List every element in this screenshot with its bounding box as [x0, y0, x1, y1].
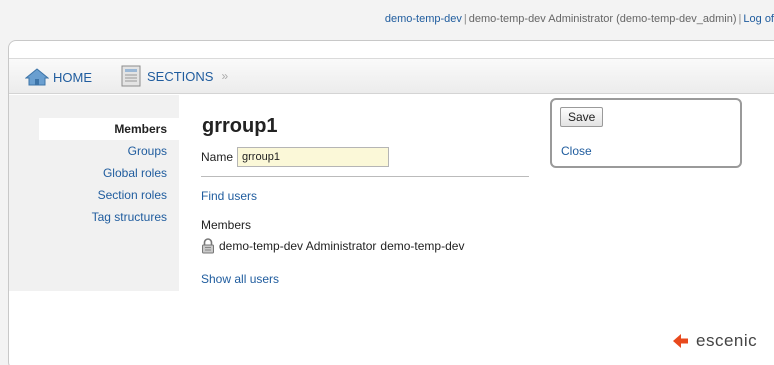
content-area: grroup1 Name Find users Members demo-tem…	[201, 115, 541, 286]
member-name: demo-temp-dev Administrator	[219, 239, 377, 253]
user-info: demo-temp-dev Administrator (demo-temp-d…	[468, 13, 737, 25]
actions-panel: Save Close	[550, 98, 742, 168]
main-frame: HOME SECTIONS » Members Groups Global rol…	[8, 40, 774, 365]
name-field[interactable]	[237, 147, 390, 167]
menu-item-tag-structures[interactable]: Tag structures	[9, 206, 179, 228]
userbar-separator: |	[738, 13, 742, 25]
show-all-users-link[interactable]: Show all users	[201, 272, 541, 286]
username-link[interactable]: demo-temp-dev	[385, 13, 462, 25]
name-row: Name	[201, 147, 541, 167]
sections-icon	[121, 65, 141, 87]
home-icon	[25, 68, 49, 86]
userbar-separator: |	[463, 13, 467, 25]
nav-sections-link[interactable]: SECTIONS »	[121, 64, 228, 88]
nav-bar: HOME SECTIONS »	[9, 58, 774, 94]
breadcrumb-separator: »	[221, 69, 229, 83]
member-row: demo-temp-dev Administrator demo-temp-de…	[201, 238, 541, 254]
name-label: Name	[201, 150, 234, 164]
logout-link[interactable]: Log of	[743, 13, 774, 25]
menu-item-section-roles[interactable]: Section roles	[9, 184, 179, 206]
save-button[interactable]: Save	[560, 107, 604, 127]
brand-name: escenic	[696, 331, 758, 350]
left-menu: Members Groups Global roles Section role…	[9, 95, 179, 291]
escenic-logo-icon	[673, 334, 688, 348]
divider	[201, 176, 529, 177]
brand-logo: escenic	[673, 331, 757, 351]
menu-item-global-roles[interactable]: Global roles	[9, 162, 179, 184]
user-bar: demo-temp-dev | demo-temp-dev Administrato…	[0, 13, 774, 25]
page-title: grroup1	[202, 115, 278, 137]
menu-item-members[interactable]: Members	[39, 118, 179, 140]
menu-item-groups[interactable]: Groups	[9, 140, 179, 162]
nav-sections-label: SECTIONS	[147, 68, 214, 84]
nav-home-link[interactable]: HOME	[25, 66, 92, 88]
find-users-link[interactable]: Find users	[201, 189, 541, 203]
members-heading: Members	[201, 218, 252, 232]
lock-icon[interactable]	[201, 238, 215, 254]
nav-home-label: HOME	[53, 69, 92, 85]
close-link[interactable]: Close	[561, 144, 592, 158]
member-username: demo-temp-dev	[380, 239, 465, 253]
